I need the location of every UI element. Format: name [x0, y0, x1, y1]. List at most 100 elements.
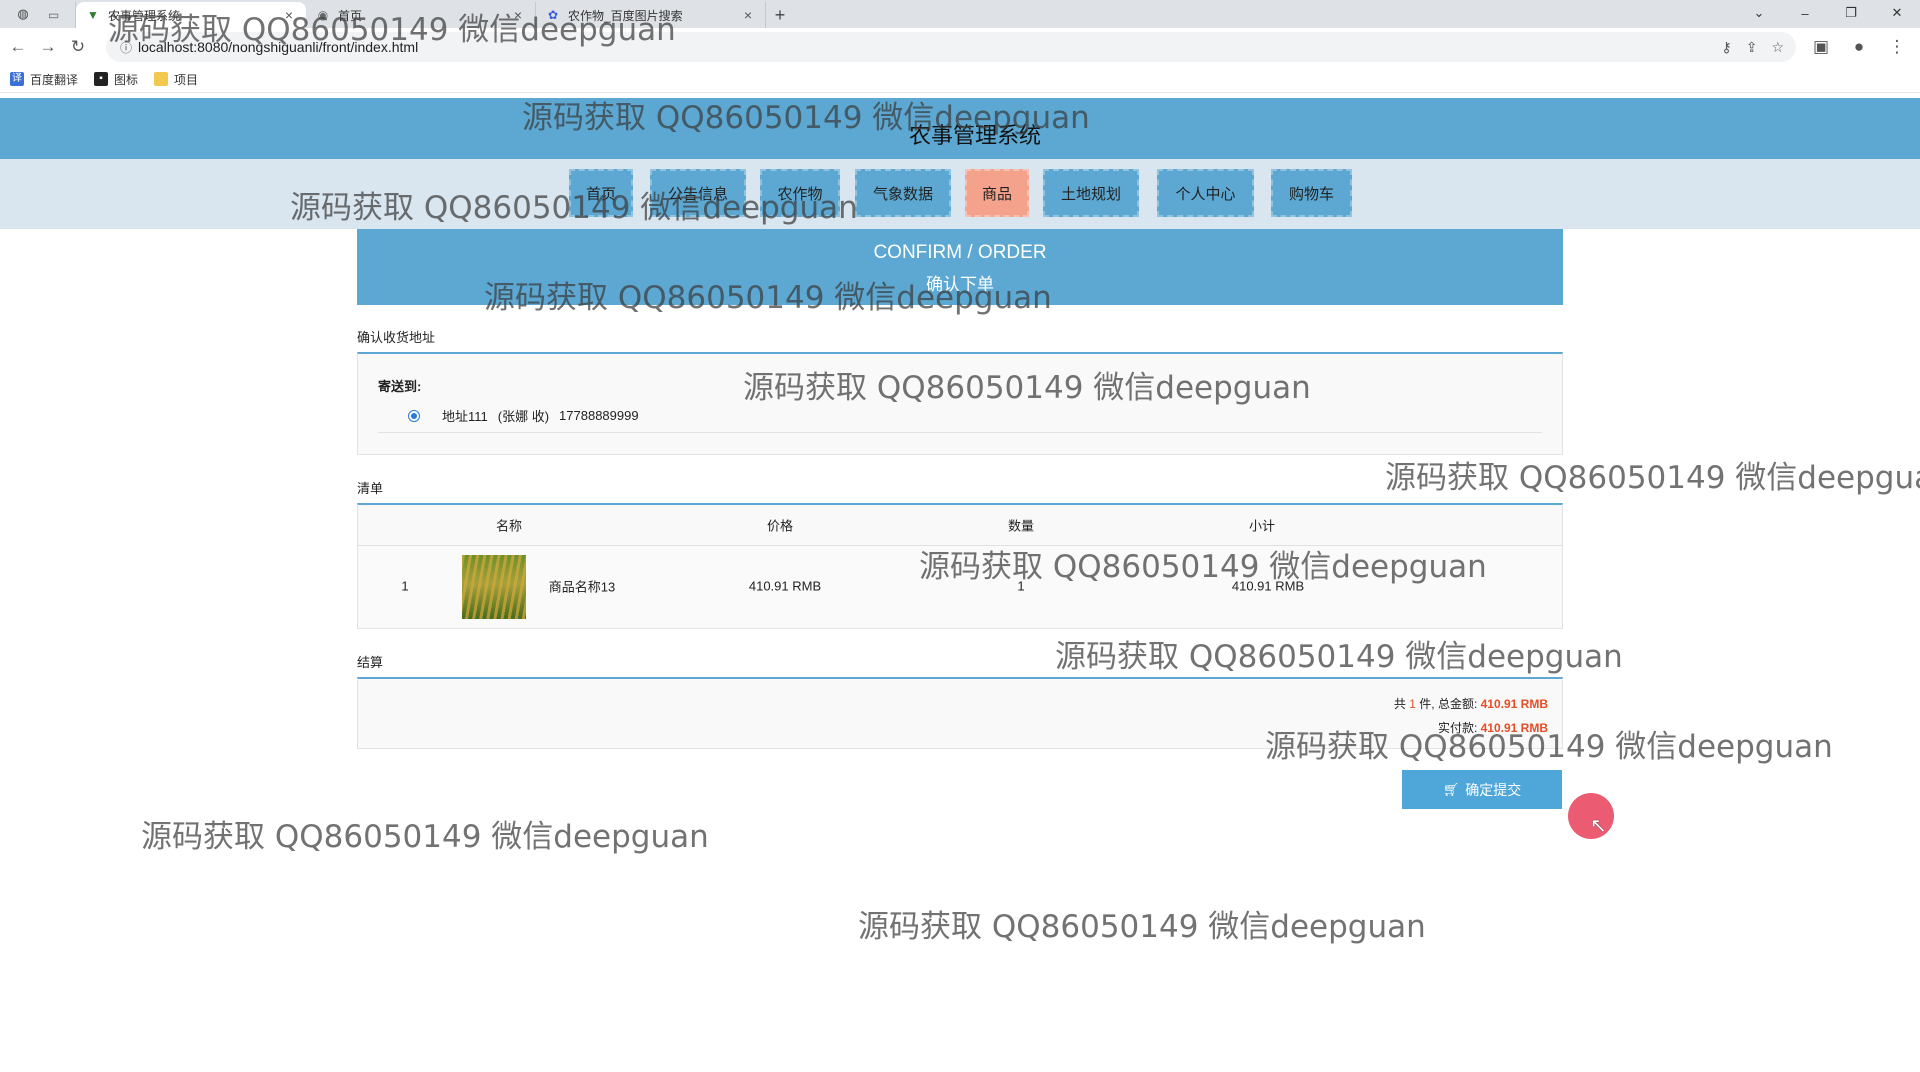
phone-text: 17788889999 — [559, 408, 639, 423]
watermark: 源码获取 QQ86050149 微信deepguan — [858, 909, 1426, 945]
star-icon[interactable]: ☆ — [1771, 39, 1784, 56]
restore-icon[interactable]: ❐ — [1828, 0, 1874, 26]
address-option[interactable]: 地址111 (张娜 收) 17788889999 — [408, 406, 639, 425]
tab-title: 首页 — [338, 8, 363, 23]
translate-icon: 译 — [10, 72, 24, 86]
site-title: 农事管理系统 — [908, 122, 1041, 148]
browser-toolbar: ← → ↻ ⓘ localhost:8080/nongshiguanli/fro… — [0, 28, 1920, 66]
tab-baidu[interactable]: ✿ 农作物_百度图片搜索 × — [536, 2, 766, 28]
blank-page-icon: ▭ — [48, 8, 60, 22]
bookmark-label: 项目 — [174, 72, 199, 87]
product-price: 410.91 RMB — [748, 578, 822, 594]
bookmark-fanyi[interactable]: 译 百度翻译 — [10, 71, 78, 88]
back-icon[interactable]: ← — [3, 32, 33, 62]
share-icon[interactable]: ⇪ — [1746, 39, 1758, 56]
confirm-order-banner: CONFIRM / ORDER 确认下单 — [357, 229, 1563, 305]
row-index: 1 — [401, 578, 409, 594]
col-qty: 数量 — [1007, 518, 1035, 534]
bookmark-tubiao[interactable]: ▪ 图标 — [94, 71, 138, 88]
globe-icon: ◉ — [317, 8, 329, 22]
address-panel: 寄送到: 地址111 (张娜 收) 17788889999 — [357, 352, 1563, 455]
product-subtotal: 410.91 RMB — [1231, 578, 1305, 594]
banner-title-en: CONFIRM / ORDER — [873, 242, 1047, 263]
address-section-label: 确认收货地址 — [357, 330, 436, 345]
new-tab-button[interactable]: + — [766, 2, 794, 28]
minimize-icon[interactable]: – — [1782, 0, 1828, 26]
cart-icon: 🛒︎ — [1442, 781, 1460, 797]
banner-title-cn: 确认下单 — [926, 275, 994, 294]
site-info-icon[interactable]: ⓘ — [114, 39, 138, 56]
address-radio[interactable] — [408, 409, 420, 422]
total-label: 总金额: — [1437, 697, 1478, 711]
watermark: 源码获取 QQ86050149 微信deepguan — [1055, 639, 1623, 675]
table-row: 1 商品名称13 410.91 RMB 1 410.91 RMB — [358, 546, 1562, 626]
window-controls: ⌄ – ❐ ✕ — [1736, 0, 1920, 26]
bookmark-label: 百度翻译 — [30, 72, 79, 87]
nav-weather[interactable]: 气象数据 — [855, 169, 951, 217]
product-qty: 1 — [1017, 578, 1025, 594]
tab-blank[interactable]: ▭ — [40, 2, 76, 28]
ship-to-label: 寄送到: — [378, 379, 422, 394]
tab-nongshi[interactable]: ▼ 农事管理系统 × — [76, 2, 306, 28]
baidu-paw-icon: ✿ — [547, 8, 559, 22]
address-text: 地址111 — [442, 409, 488, 424]
image-icon: ▪ — [94, 72, 109, 86]
paid-amount: 410.91 RMB — [1480, 721, 1548, 735]
reload-icon[interactable]: ↻ — [63, 32, 93, 62]
vue-logo-icon: ▼ — [87, 8, 99, 22]
product-thumbnail[interactable] — [462, 555, 526, 619]
nav-crops[interactable]: 农作物 — [760, 169, 840, 217]
tab-title: 农事管理系统 — [108, 8, 181, 23]
item-count: 1 — [1409, 697, 1416, 711]
total-amount: 410.91 RMB — [1480, 697, 1548, 711]
key-icon[interactable]: ⚷ — [1721, 39, 1731, 56]
bookmark-xiangmu[interactable]: 项目 — [154, 71, 198, 88]
folder-icon — [154, 72, 169, 86]
side-panel-icon[interactable]: ▣ — [1806, 32, 1836, 62]
paid-label: 实付款: — [1437, 721, 1478, 735]
nav-cart[interactable]: 购物车 — [1271, 169, 1352, 217]
nav-notice[interactable]: 公告信息 — [650, 169, 746, 217]
settle-section-label: 结算 — [357, 655, 384, 670]
address-bar[interactable]: ⓘ localhost:8080/nongshiguanli/front/ind… — [106, 32, 1796, 62]
order-list-table: 名称 价格 数量 小计 1 商品名称13 410.91 RMB 1 410.91… — [357, 503, 1563, 629]
tab-list-icon[interactable]: ⌄ — [1736, 0, 1782, 26]
divider — [378, 432, 1542, 433]
submit-label: 确定提交 — [1465, 781, 1522, 798]
menu-icon[interactable]: ⋮ — [1882, 32, 1912, 62]
address-text: localhost:8080/nongshiguanli/front/index… — [138, 39, 419, 55]
nav-profile[interactable]: 个人中心 — [1157, 169, 1254, 217]
total-summary: 共 1 件, 总金额: 410.91 RMB — [1394, 695, 1548, 712]
mouse-cursor-icon: ↖ — [1590, 815, 1607, 837]
profile-icon[interactable]: ● — [1844, 32, 1874, 62]
count-suffix: 件, — [1419, 697, 1435, 711]
product-name: 商品名称13 — [548, 579, 616, 595]
list-section-label: 清单 — [357, 481, 384, 496]
settle-panel: 共 1 件, 总金额: 410.91 RMB 实付款: 410.91 RMB — [357, 677, 1563, 749]
paid-summary: 实付款: 410.91 RMB — [1438, 719, 1548, 736]
tab-search-icon[interactable]: ◍ — [12, 3, 34, 25]
col-subtotal: 小计 — [1248, 518, 1276, 534]
nav-land-plan[interactable]: 土地规划 — [1043, 169, 1139, 217]
close-icon[interactable]: × — [511, 7, 525, 23]
receiver-text: (张娜 收) — [497, 409, 550, 424]
tab-title: 农作物_百度图片搜索 — [568, 8, 683, 23]
nav-goods[interactable]: 商品 — [965, 169, 1029, 217]
forward-icon[interactable]: → — [33, 32, 63, 62]
close-icon[interactable]: × — [741, 7, 755, 23]
bookmark-label: 图标 — [114, 72, 139, 87]
browser-tab-bar: ◍ ▭ ▼ 农事管理系统 × ◉ 首页 × ✿ 农作物_百度图片搜索 × + ⌄… — [0, 0, 1920, 28]
tab-home[interactable]: ◉ 首页 × — [306, 2, 536, 28]
watermark: 源码获取 QQ86050149 微信deepguan — [1385, 460, 1920, 496]
count-prefix: 共 — [1393, 697, 1406, 711]
col-name: 名称 — [495, 518, 523, 534]
window-close-icon[interactable]: ✕ — [1874, 0, 1920, 26]
col-price: 价格 — [766, 518, 794, 534]
close-icon[interactable]: × — [282, 7, 296, 23]
main-nav: 首页 公告信息 农作物 气象数据 商品 土地规划 个人中心 购物车 — [0, 159, 1920, 229]
nav-home[interactable]: 首页 — [569, 169, 633, 217]
confirm-submit-button[interactable]: 🛒︎ 确定提交 — [1402, 770, 1562, 809]
watermark: 源码获取 QQ86050149 微信deepguan — [141, 819, 709, 855]
site-header: 农事管理系统 — [0, 98, 1920, 159]
bookmarks-bar: 译 百度翻译 ▪ 图标 项目 — [0, 66, 1920, 93]
